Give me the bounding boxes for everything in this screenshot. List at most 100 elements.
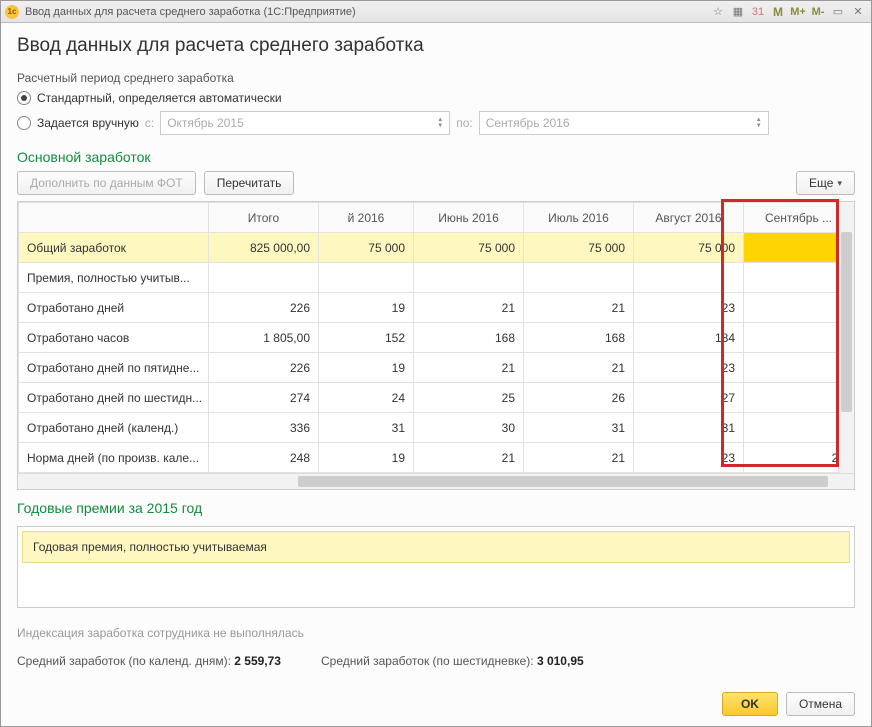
col-may[interactable]: й 2016 <box>319 203 414 233</box>
table-row[interactable]: Премия, полностью учитыв... <box>19 263 854 293</box>
cell[interactable]: 19 <box>319 293 414 323</box>
avg-calendar-value: 2 559,73 <box>234 654 281 668</box>
table-row[interactable]: Отработано дней (календ.)33631303131 <box>19 413 854 443</box>
cell[interactable]: 21 <box>524 353 634 383</box>
cell[interactable] <box>744 383 854 413</box>
cell[interactable] <box>744 323 854 353</box>
cell[interactable]: 21 <box>524 443 634 473</box>
cell[interactable] <box>744 353 854 383</box>
more-button-label: Еще <box>809 176 833 190</box>
avg-six-value: 3 010,95 <box>537 654 584 668</box>
cell[interactable]: 825 000,00 <box>209 233 319 263</box>
cell[interactable]: 21 <box>414 443 524 473</box>
indexation-text: Индексация заработка сотрудника не выпол… <box>17 626 855 640</box>
cell[interactable]: 25 <box>414 383 524 413</box>
cell[interactable]: 75 000 <box>414 233 524 263</box>
col-aug[interactable]: Август 2016 <box>634 203 744 233</box>
table-row[interactable]: Отработано дней по пятидне...22619212123 <box>19 353 854 383</box>
col-sep[interactable]: Сентябрь ... <box>744 203 854 233</box>
cell[interactable]: 24 <box>319 383 414 413</box>
titlebar: 1c Ввод данных для расчета среднего зара… <box>1 1 871 23</box>
cancel-button[interactable]: Отмена <box>786 692 855 716</box>
vscroll-thumb[interactable] <box>841 232 852 412</box>
cell[interactable]: 23 <box>634 293 744 323</box>
cell[interactable]: 336 <box>209 413 319 443</box>
cell[interactable]: 31 <box>524 413 634 443</box>
cell[interactable]: 19 <box>319 353 414 383</box>
calc-icon[interactable]: ▦ <box>729 4 747 20</box>
earnings-header: Основной заработок <box>17 149 855 165</box>
cell[interactable] <box>414 263 524 293</box>
table-row[interactable]: Норма дней (по произв. кале...2481921212… <box>19 443 854 473</box>
date-from-field[interactable]: Октябрь 2015 ▲▼ <box>160 111 450 135</box>
cell[interactable] <box>744 263 854 293</box>
radio-standard-row[interactable]: Стандартный, определяется автоматически <box>17 91 855 105</box>
m-minus-button[interactable]: M- <box>809 4 827 20</box>
date-to-value: Сентябрь 2016 <box>486 116 752 130</box>
cell[interactable] <box>524 263 634 293</box>
cell[interactable]: 22 <box>744 443 854 473</box>
cell[interactable]: 152 <box>319 323 414 353</box>
date-to-spinner[interactable]: ▲▼ <box>756 117 762 129</box>
cell[interactable] <box>744 413 854 443</box>
cell[interactable]: 26 <box>524 383 634 413</box>
favorite-icon[interactable]: ☆ <box>709 4 727 20</box>
recalc-button[interactable]: Перечитать <box>204 171 295 195</box>
col-jul[interactable]: Июль 2016 <box>524 203 634 233</box>
date-from-spinner[interactable]: ▲▼ <box>437 117 443 129</box>
cell[interactable]: 75 000 <box>524 233 634 263</box>
cell[interactable]: 1 805,00 <box>209 323 319 353</box>
col-total[interactable]: Итого <box>209 203 319 233</box>
bonus-row[interactable]: Годовая премия, полностью учитываемая <box>22 531 850 563</box>
close-icon[interactable]: ✕ <box>849 4 867 20</box>
cell[interactable]: 168 <box>524 323 634 353</box>
radio-standard[interactable] <box>17 91 31 105</box>
cell[interactable]: 274 <box>209 383 319 413</box>
cell[interactable]: 27 <box>634 383 744 413</box>
cell[interactable]: 184 <box>634 323 744 353</box>
cell[interactable] <box>209 263 319 293</box>
cell[interactable]: 248 <box>209 443 319 473</box>
fill-fot-button[interactable]: Дополнить по данным ФОТ <box>17 171 196 195</box>
horizontal-scrollbar[interactable] <box>18 473 854 489</box>
date-to-field[interactable]: Сентябрь 2016 ▲▼ <box>479 111 769 135</box>
spinner-down-icon[interactable]: ▼ <box>437 123 443 129</box>
cell[interactable] <box>319 263 414 293</box>
col-jun[interactable]: Июнь 2016 <box>414 203 524 233</box>
cell[interactable]: 226 <box>209 293 319 323</box>
cell[interactable]: 21 <box>414 353 524 383</box>
cell[interactable]: 226 <box>209 353 319 383</box>
table-row[interactable]: Отработано дней22619212123 <box>19 293 854 323</box>
hscroll-thumb[interactable] <box>298 476 828 487</box>
m-plus-button[interactable]: M+ <box>789 4 807 20</box>
cell[interactable] <box>744 293 854 323</box>
cell[interactable]: 168 <box>414 323 524 353</box>
cell[interactable]: 31 <box>634 413 744 443</box>
more-button[interactable]: Еще <box>796 171 855 195</box>
cell[interactable]: 23 <box>634 443 744 473</box>
cell[interactable]: 21 <box>414 293 524 323</box>
cell[interactable]: 75 000 <box>634 233 744 263</box>
ok-button[interactable]: OK <box>722 692 778 716</box>
cell[interactable] <box>744 233 854 263</box>
cell[interactable]: 23 <box>634 353 744 383</box>
vertical-scrollbar[interactable] <box>838 202 854 473</box>
m-button[interactable]: M <box>769 4 787 20</box>
cell[interactable] <box>634 263 744 293</box>
cell[interactable]: 30 <box>414 413 524 443</box>
cell[interactable]: 21 <box>524 293 634 323</box>
table-row[interactable]: Отработано дней по шестидн...27424252627 <box>19 383 854 413</box>
cell[interactable]: 19 <box>319 443 414 473</box>
maximize-icon[interactable]: ▭ <box>829 4 847 20</box>
calendar-icon[interactable]: 31 <box>749 4 767 20</box>
spinner-down-icon[interactable]: ▼ <box>756 123 762 129</box>
cell[interactable]: 75 000 <box>319 233 414 263</box>
table-row[interactable]: Общий заработок825 000,0075 00075 00075 … <box>19 233 854 263</box>
avg-calendar: Средний заработок (по календ. дням): 2 5… <box>17 654 281 668</box>
bonus-table[interactable]: Годовая премия, полностью учитываемая <box>17 526 855 608</box>
earnings-table[interactable]: Итого й 2016 Июнь 2016 Июль 2016 Август … <box>18 202 854 473</box>
radio-manual[interactable] <box>17 116 31 130</box>
earnings-table-wrap: Итого й 2016 Июнь 2016 Июль 2016 Август … <box>17 201 855 490</box>
table-row[interactable]: Отработано часов1 805,00152168168184 <box>19 323 854 353</box>
cell[interactable]: 31 <box>319 413 414 443</box>
